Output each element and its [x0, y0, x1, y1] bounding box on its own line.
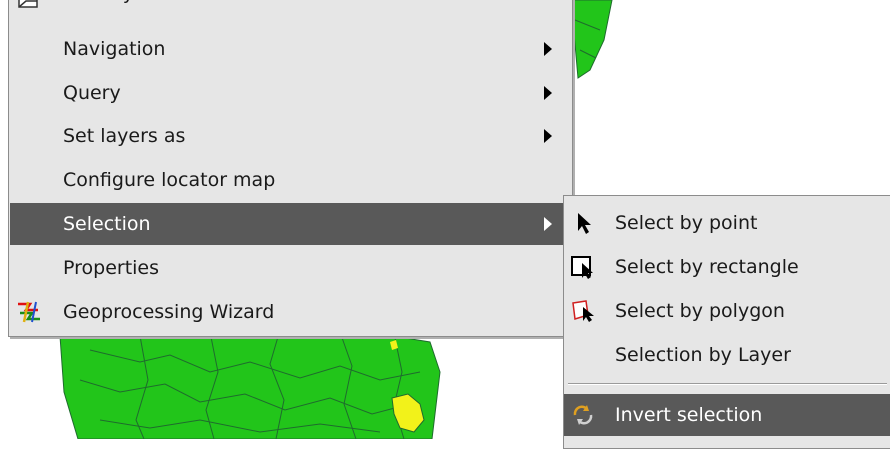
submenu-item-label: Select by rectangle — [615, 256, 799, 278]
menu-item-set-layers-as[interactable]: Set layers as — [9, 115, 572, 157]
submenu-item-invert-selection[interactable]: Invert selection — [564, 394, 890, 436]
submenu-item-select-by-point[interactable]: Select by point — [564, 202, 890, 244]
menu-item-query[interactable]: Query — [9, 72, 572, 114]
submenu-arrow-icon — [544, 129, 552, 143]
submenu-arrow-icon — [544, 217, 552, 231]
context-menu: Add layer Navigation Query Set layers as… — [8, 0, 573, 337]
menu-item-label: Selection — [63, 213, 151, 235]
submenu-item-select-by-rectangle[interactable]: Select by rectangle — [564, 246, 890, 288]
submenu-item-selection-by-layer[interactable]: Selection by Layer — [564, 334, 890, 376]
map-land-region — [59, 325, 441, 439]
menu-separator — [568, 383, 887, 385]
submenu-item-label: Invert selection — [615, 404, 763, 426]
menu-item-label: Add layer — [63, 0, 154, 14]
menu-item-label: Set layers as — [63, 125, 186, 147]
submenu-item-label: Select by polygon — [615, 300, 785, 322]
submenu-item-select-by-polygon[interactable]: Select by polygon — [564, 290, 890, 332]
menu-item-geoprocessing-wizard[interactable]: Geoprocessing Wizard — [9, 291, 572, 333]
menu-item-label: Configure locator map — [63, 169, 276, 191]
submenu-item-label: Select by point — [615, 212, 758, 234]
submenu-item-label: Selection by Layer — [615, 344, 791, 366]
submenu-arrow-icon — [544, 86, 552, 100]
menu-item-configure-locator-map[interactable]: Configure locator map — [9, 159, 572, 201]
menu-item-label: Query — [63, 82, 121, 104]
selection-submenu: Select by point Select by rectangle Sele… — [563, 195, 890, 449]
arrow-pointer-icon — [578, 213, 591, 234]
menu-item-navigation[interactable]: Navigation — [9, 28, 572, 70]
menu-item-label: Properties — [63, 257, 160, 279]
geoprocessing-icon — [18, 301, 40, 323]
menu-item-properties[interactable]: Properties — [9, 247, 572, 289]
invert-selection-icon — [573, 405, 593, 425]
select-rectangle-icon — [571, 256, 593, 279]
select-polygon-icon — [572, 300, 594, 322]
menu-item-label: Navigation — [63, 38, 166, 60]
submenu-arrow-icon — [544, 42, 552, 56]
menu-item-label: Geoprocessing Wizard — [63, 301, 275, 323]
add-layer-icon — [18, 0, 38, 8]
menu-item-selection[interactable]: Selection — [10, 203, 571, 245]
